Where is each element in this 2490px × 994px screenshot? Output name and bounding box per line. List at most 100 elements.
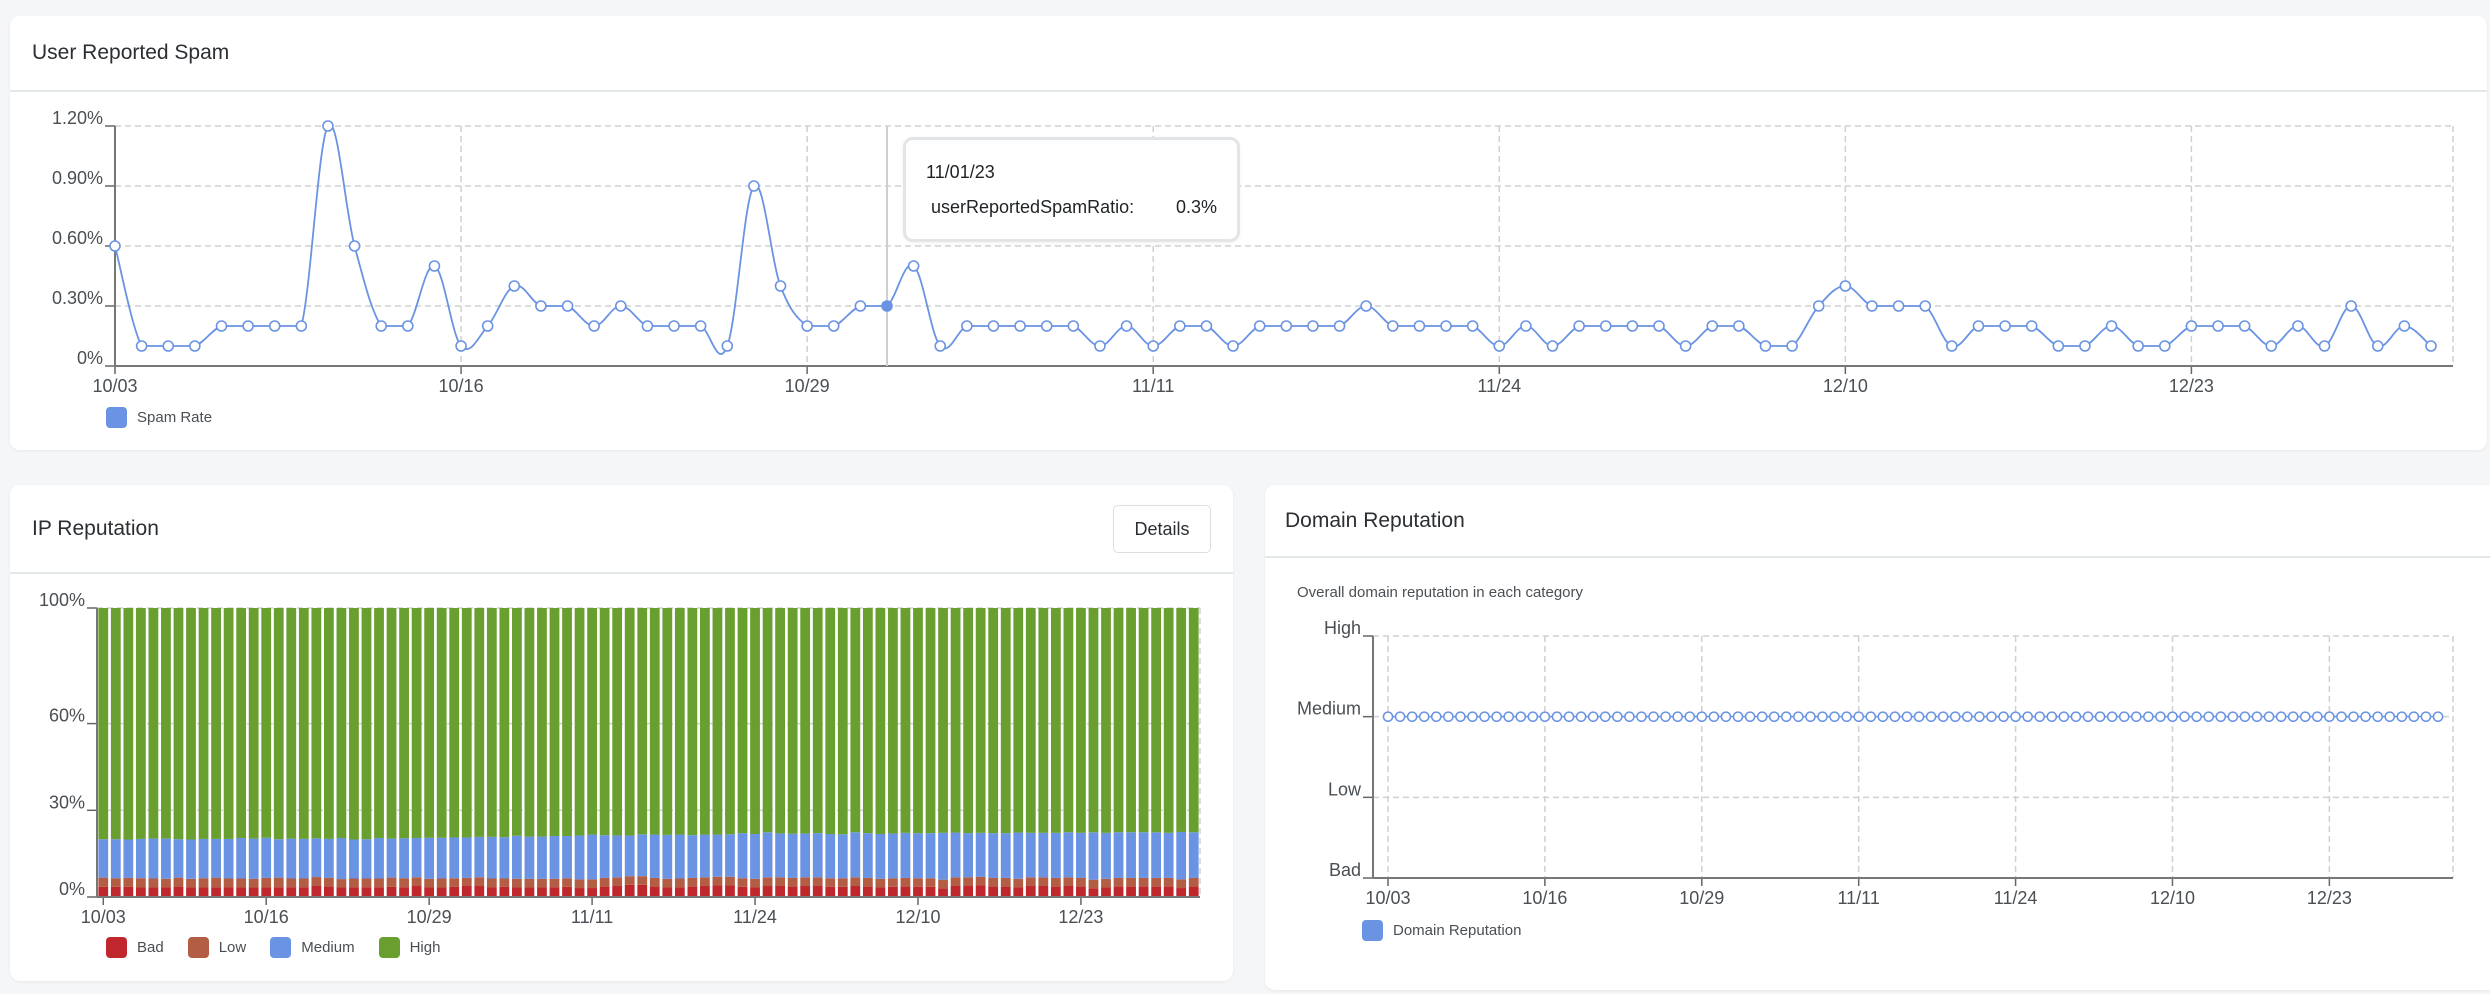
data-point[interactable] xyxy=(2034,711,2046,723)
data-point[interactable] xyxy=(1889,711,1901,723)
data-point[interactable] xyxy=(1575,711,1587,723)
data-point[interactable] xyxy=(1744,711,1756,723)
data-point[interactable] xyxy=(1430,711,1442,723)
data-point[interactable] xyxy=(2408,711,2420,723)
data-point[interactable] xyxy=(2046,711,2058,723)
data-point[interactable] xyxy=(2227,711,2239,723)
data-point[interactable] xyxy=(1442,711,1454,723)
data-point[interactable] xyxy=(1406,711,1418,723)
data-point[interactable] xyxy=(2082,711,2094,723)
data-point[interactable] xyxy=(2287,711,2299,723)
data-point[interactable] xyxy=(1563,711,1575,723)
y-tick-label: Low xyxy=(1328,779,1362,799)
data-point[interactable] xyxy=(1551,711,1563,723)
data-point[interactable] xyxy=(1805,711,1816,723)
data-point[interactable] xyxy=(1974,711,1985,723)
data-point[interactable] xyxy=(2299,711,2311,723)
data-point[interactable] xyxy=(1636,711,1647,723)
data-point[interactable] xyxy=(1756,711,1768,723)
data-point[interactable] xyxy=(1418,711,1430,723)
data-point[interactable] xyxy=(2118,711,2130,723)
data-point[interactable] xyxy=(1853,711,1865,723)
data-point[interactable] xyxy=(2203,711,2215,723)
data-point[interactable] xyxy=(1587,711,1599,723)
data-point[interactable] xyxy=(1732,711,1744,723)
data-point[interactable] xyxy=(2155,711,2166,723)
data-point[interactable] xyxy=(2384,711,2396,723)
data-point[interactable] xyxy=(2372,711,2384,723)
data-point[interactable] xyxy=(2324,711,2335,723)
data-point[interactable] xyxy=(2022,711,2034,723)
data-point[interactable] xyxy=(2058,711,2070,723)
legend-item-domain-reputation[interactable]: Domain Reputation xyxy=(1362,920,1521,941)
data-point[interactable] xyxy=(1503,711,1515,723)
data-point[interactable] xyxy=(2130,711,2142,723)
data-point[interactable] xyxy=(1539,711,1551,723)
data-point[interactable] xyxy=(2191,711,2202,723)
data-point[interactable] xyxy=(1829,711,1840,723)
data-point[interactable] xyxy=(2336,711,2347,723)
data-point[interactable] xyxy=(1913,711,1925,723)
data-point[interactable] xyxy=(2396,711,2408,723)
x-tick-label: 11/11 xyxy=(1838,888,1880,908)
data-point[interactable] xyxy=(1479,711,1490,723)
data-point[interactable] xyxy=(2360,711,2371,723)
x-tick-label: 10/03 xyxy=(1365,888,1410,908)
data-point[interactable] xyxy=(1648,711,1659,723)
data-point[interactable] xyxy=(1599,711,1611,723)
data-point[interactable] xyxy=(1515,711,1527,723)
data-point[interactable] xyxy=(1672,711,1684,723)
data-point[interactable] xyxy=(2251,711,2263,723)
data-point[interactable] xyxy=(1986,711,1997,723)
data-point[interactable] xyxy=(1660,711,1671,723)
data-point[interactable] xyxy=(2263,711,2275,723)
data-point[interactable] xyxy=(1925,711,1937,723)
data-point[interactable] xyxy=(2142,711,2154,723)
data-point[interactable] xyxy=(1817,711,1828,723)
data-point[interactable] xyxy=(2420,711,2432,723)
data-point[interactable] xyxy=(2010,711,2021,723)
data-point[interactable] xyxy=(2167,711,2178,723)
domain-legend: Domain Reputation xyxy=(1362,920,1521,941)
data-point[interactable] xyxy=(1684,711,1696,723)
data-point[interactable] xyxy=(1394,711,1406,723)
data-point[interactable] xyxy=(2432,711,2444,723)
data-point[interactable] xyxy=(1949,711,1961,723)
y-tick-label: High xyxy=(1324,618,1361,638)
data-point[interactable] xyxy=(2275,711,2287,723)
data-point[interactable] xyxy=(2179,711,2190,723)
data-point[interactable] xyxy=(2070,711,2082,723)
data-point[interactable] xyxy=(1841,711,1852,723)
data-point[interactable] xyxy=(2348,711,2359,723)
data-point[interactable] xyxy=(1961,711,1973,723)
data-point[interactable] xyxy=(1455,711,1466,723)
data-point[interactable] xyxy=(2215,711,2227,723)
data-point[interactable] xyxy=(1720,711,1732,723)
data-point[interactable] xyxy=(2311,711,2323,723)
data-point[interactable] xyxy=(1780,711,1792,723)
data-point[interactable] xyxy=(1937,711,1949,723)
legend-swatch xyxy=(1362,920,1383,941)
data-point[interactable] xyxy=(1877,711,1889,723)
data-point[interactable] xyxy=(1865,711,1877,723)
x-tick-label: 12/10 xyxy=(2150,888,2195,908)
data-point[interactable] xyxy=(1768,711,1780,723)
legend-label: Domain Reputation xyxy=(1393,922,1522,939)
data-point[interactable] xyxy=(1491,711,1502,723)
data-point[interactable] xyxy=(2239,711,2251,723)
x-tick-label: 12/23 xyxy=(2307,888,2352,908)
data-point[interactable] xyxy=(1527,711,1539,723)
data-point[interactable] xyxy=(1624,711,1635,723)
data-point[interactable] xyxy=(1611,711,1623,723)
data-point[interactable] xyxy=(2094,711,2106,723)
data-point[interactable] xyxy=(2106,711,2118,723)
data-point[interactable] xyxy=(1467,711,1478,723)
data-point[interactable] xyxy=(1792,711,1804,723)
data-point[interactable] xyxy=(1382,711,1394,723)
data-point[interactable] xyxy=(1901,711,1913,723)
data-point[interactable] xyxy=(1998,711,2009,723)
y-tick-label: Medium xyxy=(1297,699,1361,719)
domain-reputation-chart[interactable]: Bad Low Medium High 10/03 10/16 10/29 11/11 11/2… xyxy=(0,0,2490,994)
data-point[interactable] xyxy=(1708,711,1720,723)
data-point[interactable] xyxy=(1696,711,1708,723)
